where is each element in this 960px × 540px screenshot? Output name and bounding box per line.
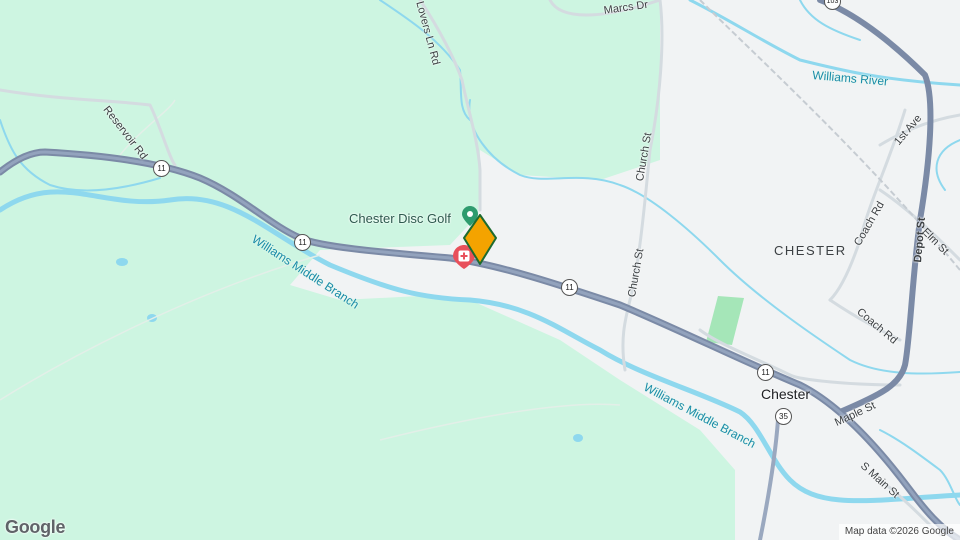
route-35-shield: 35 (775, 408, 792, 425)
trail (379, 403, 621, 441)
map-attribution[interactable]: Map data ©2026 Google (838, 524, 960, 540)
map-canvas[interactable]: Marcs Dr Lovers Ln Rd Reservoir Rd Churc… (0, 0, 960, 540)
pond (116, 258, 128, 266)
route-11-shield: 11 (757, 364, 774, 381)
place-label-chester[interactable]: Chester (761, 386, 810, 402)
trail (0, 254, 321, 401)
pond (573, 434, 583, 442)
route-11-shield: 11 (561, 279, 578, 296)
route-11-shield: 11 (294, 234, 311, 251)
poi-label-chester-disc-golf[interactable]: Chester Disc Golf (349, 211, 451, 226)
route-11-shield: 11 (153, 160, 170, 177)
area-label-chester[interactable]: CHESTER (774, 243, 847, 258)
google-logo: Google (5, 517, 66, 537)
location-marker-icon[interactable] (463, 214, 497, 271)
